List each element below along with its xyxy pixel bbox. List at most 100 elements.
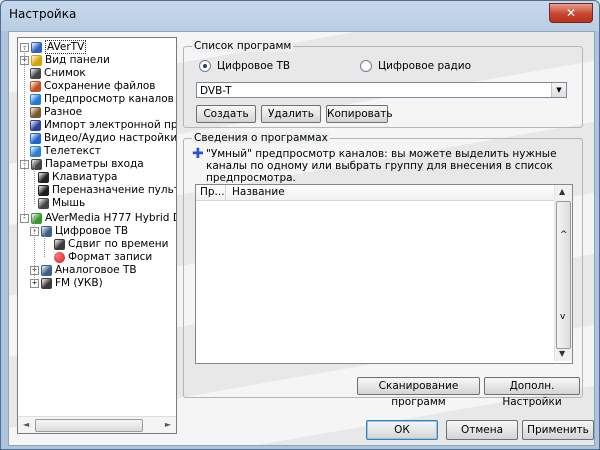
radio-icon: [41, 277, 52, 289]
folder-save-icon: [30, 80, 41, 92]
plus-icon: ✚: [192, 146, 204, 162]
radio-digital-radio-label: Цифровое радио: [378, 60, 472, 72]
tools-icon: [30, 106, 41, 118]
scroll-up-glyph: ^: [560, 230, 568, 240]
delete-button[interactable]: Удалить: [261, 105, 321, 123]
dialog-body: - AVerTV + Вид панели Снимок Сохранение файло…: [8, 31, 595, 446]
apply-button[interactable]: Применить: [522, 420, 594, 440]
column-header-name[interactable]: Название: [226, 185, 554, 200]
eye-icon: [30, 93, 41, 105]
tree-item[interactable]: + Аналоговое ТВ: [30, 264, 137, 277]
column-header-number[interactable]: Пр...: [196, 185, 226, 200]
wrench-icon: [30, 132, 41, 144]
window-title: Настройка: [9, 7, 77, 21]
title-bar: Настройка ✕: [1, 1, 599, 29]
monitor-icon: [41, 264, 52, 276]
tree-item[interactable]: Сдвиг по времени: [54, 238, 168, 251]
camera-icon: [30, 67, 41, 79]
tree-horizontal-scrollbar[interactable]: ◄ ►: [18, 416, 176, 433]
program-list-select-value: DVB-T: [200, 85, 232, 97]
tree-item[interactable]: Телетекст: [30, 145, 101, 158]
tree-item[interactable]: + FM (УКВ): [30, 277, 103, 290]
scrollbar-thumb[interactable]: [35, 419, 143, 432]
radio-digital-radio[interactable]: Цифровое радио: [360, 60, 471, 72]
tree-item[interactable]: Сохранение файлов: [30, 80, 155, 93]
channel-list-scrollbar[interactable]: ▲ ^ v ▼: [554, 185, 572, 361]
tree-item-label: Клавиатура: [52, 171, 118, 183]
tree-item-label: FM (УКВ): [55, 277, 103, 289]
radio-digital-tv-label: Цифровое ТВ: [217, 60, 291, 72]
monitor-icon: [41, 225, 52, 237]
scrollbar-thumb[interactable]: ^ v: [556, 201, 571, 349]
teletext-icon: [30, 145, 41, 157]
tree-item[interactable]: - AVerTV: [20, 40, 87, 54]
tree-item-label: Сдвиг по времени: [68, 238, 169, 250]
mouse-icon: [38, 197, 49, 209]
tree-connector-line: [44, 229, 45, 257]
tree-item-label: AVerTV: [45, 40, 87, 54]
scan-programs-button[interactable]: Сканирование программ: [357, 377, 480, 408]
tree-item[interactable]: Формат записи: [54, 251, 152, 264]
keyboard-icon: [38, 171, 49, 183]
program-list-legend: Список программ: [192, 40, 294, 52]
program-info-legend: Сведения о программах: [192, 132, 330, 144]
tree-item[interactable]: Клавиатура: [38, 171, 117, 184]
close-button[interactable]: ✕: [549, 3, 593, 23]
radio-selected-icon: [199, 60, 211, 72]
tree-item-label: Импорт электронной прог: [44, 119, 177, 131]
tree-connector-line: [24, 48, 25, 218]
tree-item-label: Мышь: [52, 197, 86, 209]
program-list-select[interactable]: DVB-T ▼: [196, 82, 567, 98]
tree-item-label: Разное: [44, 106, 83, 118]
tree-item[interactable]: Видео/Аудио настройки: [30, 132, 177, 145]
tree-item[interactable]: Снимок: [30, 67, 86, 80]
create-button[interactable]: Создать: [196, 105, 256, 123]
tree-item[interactable]: Переназначение пульт: [38, 184, 177, 197]
import-icon: [30, 119, 41, 131]
tree-item[interactable]: Мышь: [38, 197, 85, 210]
scroll-left-icon[interactable]: ◄: [23, 420, 29, 429]
scroll-down-glyph: v: [560, 312, 566, 322]
tree-item-label: Формат записи: [68, 251, 153, 263]
settings-window: Настройка ✕ - AVerTV + Вид панели Снимок Сохр…: [0, 0, 600, 450]
scroll-up-icon[interactable]: ▲: [559, 187, 565, 196]
tree-item[interactable]: - Параметры входа: [20, 158, 144, 171]
close-icon: ✕: [565, 6, 577, 20]
program-list-group: Список программ Цифровое ТВ Цифровое рад…: [183, 40, 583, 128]
tree-item[interactable]: + Вид панели: [20, 54, 110, 67]
tree-item-label: Снимок: [44, 67, 86, 79]
tree-item[interactable]: - AVerMedia H777 Hybrid DVI: [20, 212, 177, 225]
ok-button[interactable]: ОК: [366, 420, 438, 440]
tree-item[interactable]: Импорт электронной прог: [30, 119, 177, 132]
cancel-button[interactable]: Отмена: [446, 420, 518, 440]
advanced-settings-button[interactable]: Дополн. Настройки: [484, 377, 580, 408]
tree-item-label: Сохранение файлов: [44, 80, 156, 92]
input-params-icon: [31, 158, 42, 170]
tree-item-label: Параметры входа: [45, 158, 144, 170]
tree-item-label: Аналоговое ТВ: [55, 264, 137, 276]
panel-icon: [31, 54, 42, 66]
settings-tree: - AVerTV + Вид панели Снимок Сохранение файло…: [17, 37, 177, 434]
tree-connector-line: [34, 216, 35, 282]
radio-digital-tv[interactable]: Цифровое ТВ: [199, 60, 290, 72]
copy-button[interactable]: Копировать: [326, 105, 393, 123]
remote-icon: [38, 184, 49, 196]
channel-list[interactable]: Пр... Название ▲ ^ v ▼: [195, 184, 573, 364]
tree-item-label: Видео/Аудио настройки: [44, 132, 177, 144]
tree-item-label: Цифровое ТВ: [55, 225, 129, 237]
tree-item-label: AVerMedia H777 Hybrid DVI: [45, 212, 177, 224]
timeshift-icon: [54, 238, 65, 250]
radio-unselected-icon: [360, 60, 372, 72]
smart-preview-hint: "Умный" предпросмотр каналов: вы можете …: [206, 148, 557, 184]
chevron-down-icon[interactable]: ▼: [551, 83, 566, 97]
record-icon: [54, 251, 65, 263]
scroll-down-icon[interactable]: ▼: [559, 349, 565, 358]
tree-item[interactable]: Разное: [30, 106, 82, 119]
tree-item-label: Переназначение пульт: [52, 184, 177, 196]
tuner-card-icon: [31, 212, 42, 224]
tree-item[interactable]: Предпросмотр каналов: [30, 93, 174, 106]
program-info-group: Сведения о программах ✚ "Умный" предпрос…: [183, 132, 583, 408]
tree-connector-line: [34, 162, 35, 204]
scroll-right-icon[interactable]: ►: [165, 420, 171, 429]
tree-item-label: Вид панели: [45, 54, 110, 66]
